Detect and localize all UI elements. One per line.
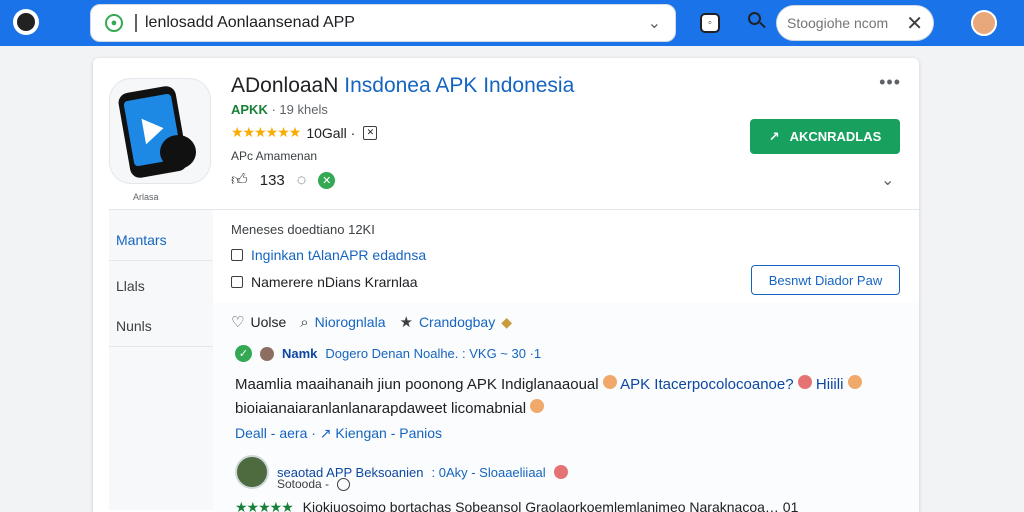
info-link-row[interactable]: Inginkan tAlanAPR edadnsa: [231, 247, 426, 263]
sidebar-item-3[interactable]: Nunls: [116, 318, 152, 334]
age-rating: · 19 khels: [271, 102, 328, 117]
search-input[interactable]: [787, 15, 897, 31]
check-icon: ✓: [235, 345, 252, 362]
divider: [135, 14, 137, 32]
review-meta: : 0Aky - Sloaaeliiaal: [431, 464, 546, 480]
star-icon: ★: [399, 314, 413, 331]
rating-info-icon[interactable]: ✕: [363, 125, 378, 140]
secure-icon: ●: [105, 14, 123, 32]
install-button[interactable]: ↗ AKCNRADLAS: [750, 119, 900, 154]
sidebar-item-1[interactable]: Mantars: [116, 232, 167, 248]
heart-icon: ♡: [231, 314, 245, 331]
divider: [109, 209, 919, 210]
address-bar[interactable]: ● lenlosadd Aonlaansenad APP ⌄: [90, 4, 676, 42]
tab-1[interactable]: ♡ Uolse: [231, 313, 286, 331]
top-bar: ● lenlosadd Aonlaansenad APP ⌄ ◦ ✕: [0, 0, 1024, 46]
developer-link[interactable]: APKK: [231, 102, 268, 117]
app-title: ADonloaaN Insdonea APK Indonesia: [231, 74, 574, 98]
tab-3[interactable]: ★ Crandogbay ◆: [399, 313, 512, 331]
chat-icon: ⌕: [300, 313, 309, 331]
verified-icon: ✕: [318, 172, 336, 189]
install-label: AKCNRADLAS: [789, 129, 882, 144]
developer-line: APKK · 19 khels: [231, 102, 328, 117]
chevron-down-icon[interactable]: ⌄: [881, 170, 894, 190]
avatar: [260, 346, 274, 361]
review-actions[interactable]: Deall - aera · ↗ Kiengan - Panios: [235, 425, 442, 442]
review-body: ★★★★★ Kiokiuosoimo bortachas Sobeansol G…: [235, 499, 798, 512]
rating-count: 10Gall ·: [306, 124, 356, 141]
rating-stars: ★★★★★: [235, 499, 294, 512]
review-text-d: bioiaianaiaranlanlanarapdaweet licomabni…: [235, 400, 527, 417]
app-card: Arlasa ADonloaaN Insdonea APK Indonesia …: [93, 58, 919, 512]
emoji-icon: [530, 399, 545, 413]
comment-icon[interactable]: ◌: [297, 172, 307, 190]
app-title-main: ADonloaaN: [231, 74, 339, 97]
review-text-a: Maamlia maaihanaih jiun poonong APK Indi…: [235, 376, 599, 393]
link-icon: [231, 249, 243, 261]
sidebar: Mantars Llals Nunls: [109, 210, 213, 510]
emoji-icon: [847, 375, 862, 389]
sidebar-item-2[interactable]: Llals: [116, 278, 145, 294]
thumb-count: 133: [259, 172, 285, 189]
review-text-b: APK Itacerpocolocoanoe?: [620, 376, 794, 393]
search-icon[interactable]: [748, 12, 766, 30]
info-plain-row: Namerere nDians Krarnlaa: [231, 274, 418, 290]
url-text[interactable]: lenlosadd Aonlaansenad APP: [145, 14, 648, 32]
search-box[interactable]: ✕: [776, 5, 934, 41]
app-title-accent: Insdonea APK Indonesia: [344, 74, 575, 97]
review-sub: Sotooda -: [277, 477, 351, 491]
more-options-icon[interactable]: •••: [879, 72, 901, 93]
review-sub-text: Sotooda -: [277, 477, 330, 491]
info-plain-text: Namerere nDians Krarnlaa: [251, 274, 418, 290]
reviewer-name[interactable]: Namk: [282, 346, 317, 361]
review-text: Kiokiuosoimo bortachas Sobeansol Graolao…: [302, 499, 799, 512]
app-actions: 👍︎ 133 ◌ ✕: [231, 171, 336, 190]
emoji-icon: [553, 465, 568, 479]
emoji-icon: [602, 375, 617, 389]
app-icon: [109, 78, 211, 184]
divider: [109, 260, 213, 261]
note-icon: [231, 276, 243, 288]
rating-line: ★★★★★★ 10Gall · ✕: [231, 124, 378, 141]
download-arrow-icon: ↗: [768, 128, 780, 144]
app-category: APc Amamenan: [231, 149, 318, 163]
avatar: [235, 455, 269, 489]
emoji-icon: [797, 375, 812, 389]
info-link-text[interactable]: Inginkan tAlanAPR edadnsa: [251, 247, 426, 263]
info-line: Meneses doedtiano 12KI: [231, 222, 375, 237]
secondary-button[interactable]: Besnwt Diador Paw: [751, 265, 900, 295]
chevron-down-icon[interactable]: ⌄: [648, 13, 661, 33]
clock-icon: [337, 477, 351, 491]
review-tabs: ♡ Uolse ⌕ Niorognlala ★ Crandogbay ◆: [231, 313, 512, 332]
review-text-c: Hiiili: [815, 376, 844, 393]
app-icon-caption: Arlasa: [133, 192, 159, 202]
profile-icon[interactable]: [13, 9, 39, 35]
review-meta: Dogero Denan Noalhe. : VKG ~ 30 ·1: [325, 346, 542, 361]
rating-stars: ★★★★★★: [231, 124, 301, 140]
thumbs-up-icon[interactable]: 👍︎: [231, 171, 248, 190]
tab-2[interactable]: ⌕ Niorognlala: [300, 314, 385, 331]
divider: [109, 346, 213, 347]
close-icon[interactable]: ✕: [906, 11, 923, 36]
reviews-section: ♡ Uolse ⌕ Niorognlala ★ Crandogbay ◆ ✓ Namk …: [213, 303, 919, 512]
extension-icon[interactable]: ◦: [700, 13, 720, 33]
avatar[interactable]: [971, 10, 997, 36]
review-body: Maamlia maaihanaih jiun poonong APK Indi…: [235, 373, 915, 421]
emoji-icon: ◆: [501, 314, 512, 330]
review-header: ✓ Namk Dogero Denan Noalhe. : VKG ~ 30 ·…: [235, 345, 541, 362]
